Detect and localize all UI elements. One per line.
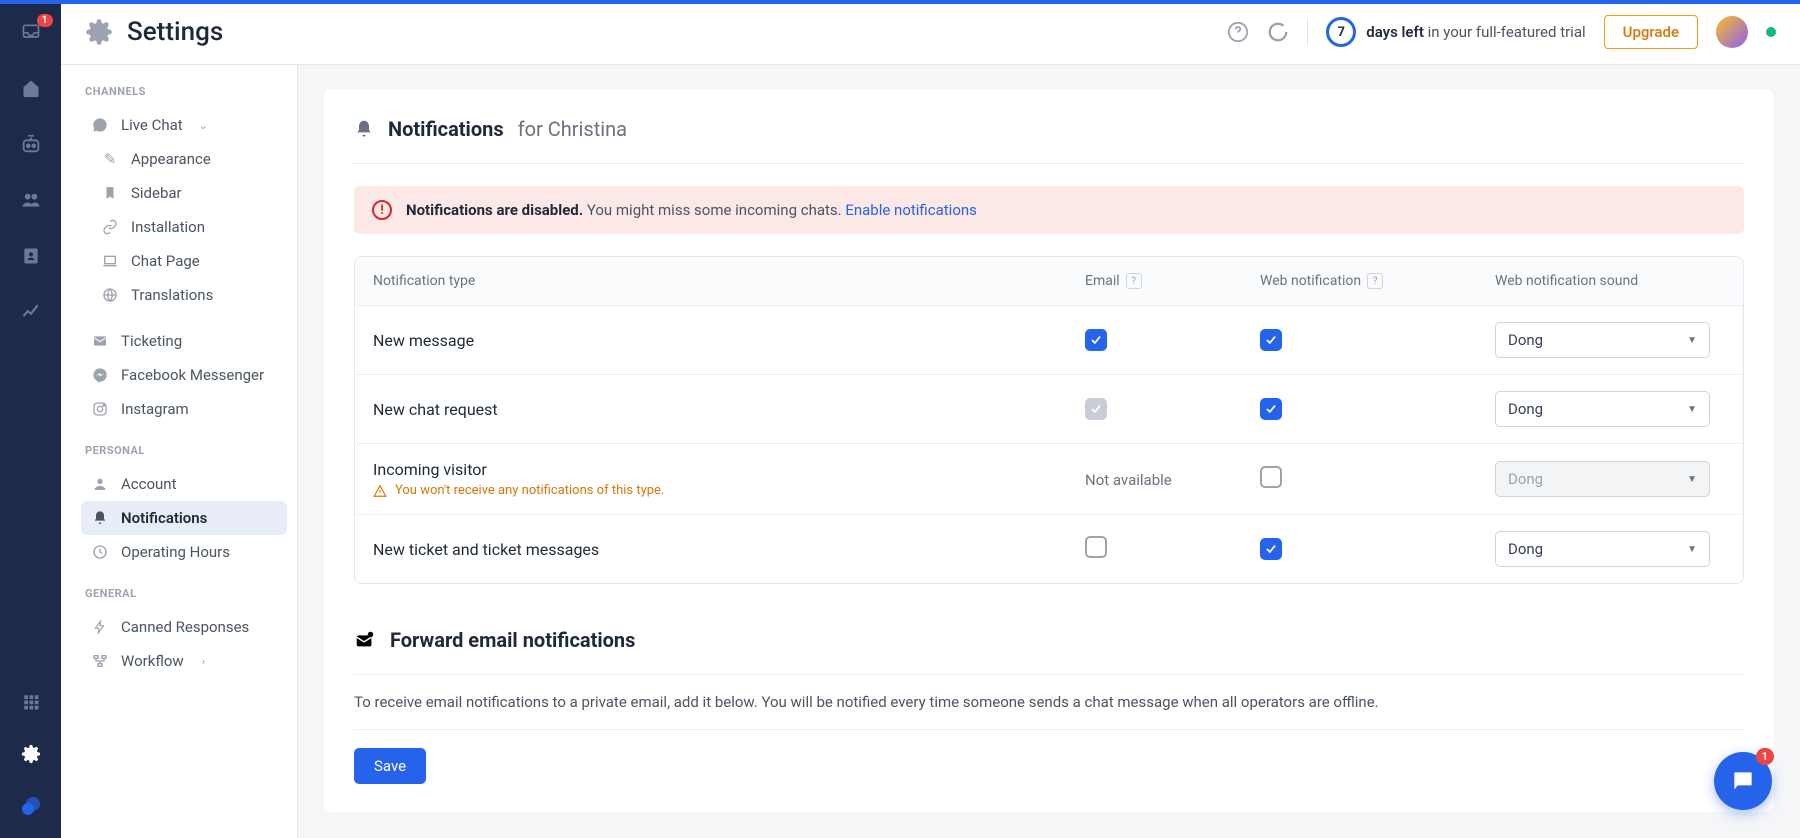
content-area: Notifications for Christina ! Notificati… — [298, 65, 1800, 838]
nav-section-general: GENERAL — [85, 587, 287, 600]
inbox-badge: 1 — [37, 14, 53, 27]
forward-description: To receive email notifications to a priv… — [354, 693, 1744, 730]
bookmark-icon — [101, 186, 119, 200]
sound-select[interactable]: Dong▼ — [1495, 391, 1710, 427]
messenger-icon — [91, 367, 109, 383]
help-icon[interactable]: ? — [1126, 273, 1142, 289]
web-checkbox[interactable] — [1260, 466, 1282, 488]
nav-installation[interactable]: Installation — [81, 210, 287, 244]
web-checkbox[interactable] — [1260, 538, 1282, 560]
table-row: New ticket and ticket messages Dong▼ — [355, 515, 1743, 583]
warning-icon: ! — [372, 200, 392, 220]
settings-nav: CHANNELS Live Chat ⌄ ✎Appearance Sidebar… — [61, 65, 298, 838]
refresh-icon[interactable] — [1267, 21, 1289, 43]
header: Settings 7 days left in your full-featur… — [61, 0, 1800, 65]
avatar[interactable] — [1716, 16, 1748, 48]
help-icon[interactable] — [1227, 21, 1249, 43]
th-type: Notification type — [373, 273, 1085, 289]
alert-banner: ! Notifications are disabled. You might … — [354, 186, 1744, 234]
nav-section-channels: CHANNELS — [85, 85, 287, 98]
table-row: New message Dong▼ — [355, 306, 1743, 375]
link-icon — [101, 219, 119, 235]
gear-icon — [85, 18, 113, 46]
status-indicator — [1766, 27, 1776, 37]
chat-fab[interactable]: 1 — [1714, 752, 1772, 810]
sound-select[interactable]: Dong▼ — [1495, 322, 1710, 358]
people-icon[interactable] — [19, 188, 43, 212]
table-row: Incoming visitor You won't receive any n… — [355, 444, 1743, 515]
nav-notifications[interactable]: Notifications — [81, 501, 287, 535]
nav-workflow[interactable]: Workflow› — [81, 644, 287, 678]
inbox-icon[interactable]: 1 — [19, 20, 43, 44]
forward-title: Forward email notifications — [390, 628, 635, 652]
mail-icon — [91, 333, 109, 349]
nav-instagram[interactable]: Instagram — [81, 392, 287, 426]
not-available-text: Not available — [1085, 471, 1172, 489]
logo-icon[interactable] — [19, 794, 43, 818]
web-checkbox[interactable] — [1260, 398, 1282, 420]
chevron-right-icon: › — [202, 655, 205, 668]
pencil-icon: ✎ — [101, 150, 119, 168]
trial-days-badge: 7 — [1326, 17, 1356, 47]
chat-icon — [91, 117, 109, 133]
th-email: Email? — [1085, 273, 1260, 289]
warning-triangle-icon — [373, 484, 387, 498]
nav-facebook[interactable]: Facebook Messenger — [81, 358, 287, 392]
email-checkbox — [1085, 398, 1107, 420]
section-subtitle: for Christina — [518, 117, 627, 141]
nav-account[interactable]: Account — [81, 467, 287, 501]
nav-live-chat[interactable]: Live Chat ⌄ — [81, 108, 287, 142]
enable-notifications-link[interactable]: Enable notifications — [845, 201, 977, 219]
bell-icon — [354, 119, 374, 139]
caret-down-icon: ▼ — [1687, 335, 1697, 346]
instagram-icon — [91, 401, 109, 417]
help-icon[interactable]: ? — [1367, 273, 1383, 289]
email-checkbox[interactable] — [1085, 536, 1107, 558]
email-checkbox[interactable] — [1085, 329, 1107, 351]
sound-select[interactable]: Dong▼ — [1495, 531, 1710, 567]
nav-sidebar[interactable]: Sidebar — [81, 176, 287, 210]
notifications-table: Notification type Email? Web notificatio… — [354, 256, 1744, 584]
trial-info: 7 days left in your full-featured trial — [1326, 17, 1585, 47]
th-web: Web notification? — [1260, 273, 1495, 289]
section-title: Notifications — [388, 117, 504, 141]
nav-ticketing[interactable]: Ticketing — [81, 324, 287, 358]
laptop-icon — [101, 253, 119, 269]
bolt-icon — [91, 619, 109, 635]
bell-icon — [91, 510, 109, 526]
caret-down-icon: ▼ — [1687, 404, 1697, 415]
icon-sidebar: 1 — [0, 0, 61, 838]
page-title: Settings — [127, 17, 223, 47]
nav-appearance[interactable]: ✎Appearance — [81, 142, 287, 176]
home-icon[interactable] — [19, 76, 43, 100]
nav-section-personal: PERSONAL — [85, 444, 287, 457]
contact-icon[interactable] — [19, 244, 43, 268]
workflow-icon — [91, 653, 109, 669]
caret-down-icon: ▼ — [1687, 544, 1697, 555]
settings-icon[interactable] — [19, 742, 43, 766]
nav-translations[interactable]: Translations — [81, 278, 287, 312]
upgrade-button[interactable]: Upgrade — [1604, 15, 1698, 49]
nav-chat-page[interactable]: Chat Page — [81, 244, 287, 278]
mail-forward-icon — [354, 629, 376, 651]
globe-icon — [101, 287, 119, 303]
apps-icon[interactable] — [19, 690, 43, 714]
save-button[interactable]: Save — [354, 748, 426, 784]
clock-icon — [91, 544, 109, 560]
th-sound: Web notification sound — [1495, 273, 1725, 289]
nav-operating-hours[interactable]: Operating Hours — [81, 535, 287, 569]
nav-canned[interactable]: Canned Responses — [81, 610, 287, 644]
web-checkbox[interactable] — [1260, 329, 1282, 351]
fab-badge: 1 — [1756, 748, 1774, 765]
analytics-icon[interactable] — [19, 300, 43, 324]
table-row: New chat request Dong▼ — [355, 375, 1743, 444]
sound-select: Dong▼ — [1495, 461, 1710, 497]
bot-icon[interactable] — [19, 132, 43, 156]
person-icon — [91, 476, 109, 492]
chevron-down-icon: ⌄ — [199, 119, 208, 132]
caret-down-icon: ▼ — [1687, 474, 1697, 485]
